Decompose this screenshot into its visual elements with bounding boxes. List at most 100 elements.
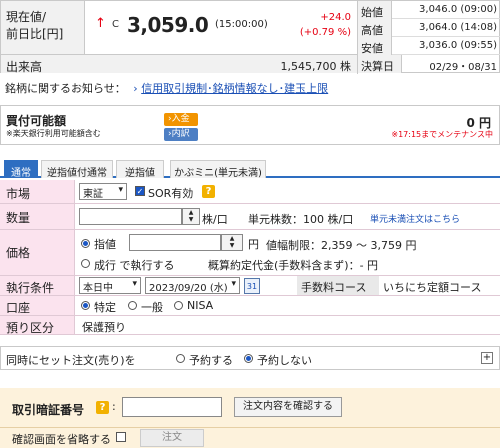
- condition-row: 執行条件 本日中 2023/09/20 (水) 31 手数料コース いちにち定額…: [0, 276, 500, 296]
- sor-checkbox[interactable]: ✓: [135, 186, 145, 196]
- breakdown-button[interactable]: ›内訳: [164, 128, 198, 141]
- open-row: 始値 3,046.0 (09:00): [358, 1, 500, 19]
- account-nisa-label: NISA: [187, 299, 214, 312]
- custody-value: 保護預り: [82, 321, 126, 334]
- set-order-no-radio[interactable]: [244, 354, 253, 363]
- buying-power-panel: 買付可能額 ※楽天銀行利用可能額含む ›入金 ›内訳 0 円 ※17:15までメ…: [0, 105, 500, 145]
- low-row: 安値 3,036.0 (09:55): [358, 37, 500, 55]
- fee-value: いちにち定額コース: [383, 281, 482, 294]
- stock-notice: 銘柄に関するお知らせ： › 信用取引規制･銘柄情報なし･建玉上限: [5, 80, 328, 96]
- market-order-label: 成行 で執行する: [94, 259, 175, 272]
- tab-normal[interactable]: 通常: [4, 160, 38, 179]
- quantity-row: 数量 ▲ ▼ 株/口 単元株数：100 株/口 単元未満注文はこちら: [0, 204, 500, 230]
- price-stepper[interactable]: ▲ ▼: [221, 234, 243, 251]
- notice-link[interactable]: 信用取引規制･銘柄情報なし･建玉上限: [141, 82, 328, 95]
- set-order-yes-radio[interactable]: [176, 354, 185, 363]
- estimated-amount: 概算約定代金(手数料含まず)：- 円: [208, 259, 379, 272]
- breakdown-button-label: 内訳: [171, 129, 190, 139]
- open-value: 3,046.0 (09:00): [419, 4, 497, 15]
- market-select-value: 東証: [83, 189, 103, 200]
- close-mark: C: [112, 19, 119, 30]
- password-input[interactable]: [122, 397, 222, 417]
- account-row: 口座 特定 一般 NISA: [0, 296, 500, 316]
- account-label: 口座: [0, 296, 75, 315]
- price-label: 現在値/ 前日比[円]: [1, 1, 85, 55]
- condition-select[interactable]: 本日中: [79, 277, 141, 294]
- custody-row: 預り区分 保護預り: [0, 316, 500, 335]
- confirm-order-button[interactable]: 注文内容を確認する: [234, 397, 342, 417]
- current-price: 3,059.0: [127, 13, 209, 37]
- quantity-label: 数量: [0, 204, 75, 229]
- buying-power-title: 買付可能額: [6, 114, 67, 128]
- colon-separator: :: [112, 400, 116, 413]
- password-label: 取引暗証番号: [12, 403, 85, 417]
- skip-confirm-label: 確認画面を省略する: [12, 433, 111, 446]
- price-time: (15:00:00): [215, 19, 268, 30]
- price-input[interactable]: [129, 234, 221, 251]
- deposit-button-label: 入金: [171, 114, 190, 124]
- open-label: 始値: [358, 1, 392, 19]
- quote-panel: 現在値/ 前日比[円] ↑ C 3,059.0 (15:00:00) +24.0…: [0, 0, 500, 74]
- volume-value: 1,545,700 株: [280, 60, 351, 73]
- set-order-row: 同時にセット注文(売り)を 予約する 予約しない +: [0, 346, 500, 370]
- odd-lot-link[interactable]: 単元未満注文はこちら: [370, 212, 460, 225]
- chevron-right-icon: ›: [133, 82, 138, 95]
- ohl-table: 始値 3,046.0 (09:00) 高値 3,064.0 (14:08) 安値…: [357, 1, 500, 74]
- skip-confirm-checkbox[interactable]: [116, 432, 126, 442]
- high-value: 3,064.0 (14:08): [419, 22, 497, 33]
- high-label: 高値: [358, 19, 392, 37]
- price-label: 価格: [0, 230, 75, 275]
- market-row: 市場 東証 ✓ SOR有効 ?: [0, 180, 500, 204]
- deposit-button[interactable]: ›入金: [164, 113, 198, 126]
- order-type-tabs: 通常 逆指値付通常 逆指値 かぶミニ(単元未満): [0, 160, 500, 179]
- high-row: 高値 3,064.0 (14:08): [358, 19, 500, 37]
- price-cell: ↑ C 3,059.0 (15:00:00) +24.0 (+0.79 %): [85, 1, 357, 55]
- quantity-stepper[interactable]: ▲ ▼: [182, 208, 200, 225]
- volume-label: 出来高: [6, 60, 43, 74]
- price-change-pct: (+0.79 %): [299, 27, 351, 38]
- low-label: 安値: [358, 37, 392, 55]
- account-nisa-radio[interactable]: [174, 301, 183, 310]
- skip-confirm-row: 確認画面を省略する 注文: [0, 427, 500, 448]
- limit-radio[interactable]: [81, 239, 90, 248]
- low-value: 3,036.0 (09:55): [419, 40, 497, 51]
- quantity-unit: 株/口: [202, 213, 228, 226]
- price-label-line2: 前日比[円]: [6, 27, 64, 41]
- tab-stop[interactable]: 逆指値: [116, 160, 164, 179]
- sor-label: SOR有効: [148, 187, 194, 200]
- market-order-radio[interactable]: [81, 259, 90, 268]
- settle-label: 決算日: [358, 55, 402, 73]
- date-select-value: 2023/09/20 (水): [149, 283, 228, 294]
- fee-label: 手数料コース: [297, 276, 379, 295]
- help-icon[interactable]: ?: [202, 185, 215, 198]
- expand-icon[interactable]: +: [481, 352, 493, 364]
- account-general-radio[interactable]: [128, 301, 137, 310]
- volume-row: 出来高 1,545,700 株: [1, 55, 357, 74]
- tab-kabumini[interactable]: かぶミニ(単元未満): [170, 160, 266, 179]
- notice-label: 銘柄に関するお知らせ：: [5, 82, 126, 95]
- custody-label: 預り区分: [0, 316, 75, 335]
- up-arrow-icon: ↑: [95, 16, 106, 31]
- password-help-icon[interactable]: ?: [96, 401, 109, 414]
- price-change: +24.0: [320, 12, 351, 23]
- buying-power-sub: ※楽天銀行利用可能額含む: [6, 129, 101, 138]
- price-label-line1: 現在値/: [6, 10, 47, 24]
- price-unit: 円: [248, 238, 259, 251]
- quantity-input[interactable]: [79, 208, 182, 225]
- settle-value: 02/29・08/31: [429, 62, 497, 73]
- date-select[interactable]: 2023/09/20 (水): [145, 277, 240, 294]
- account-specific-radio[interactable]: [81, 301, 90, 310]
- condition-select-value: 本日中: [83, 283, 113, 294]
- account-general-label: 一般: [141, 301, 163, 314]
- order-button[interactable]: 注文: [140, 429, 204, 447]
- price-range: 値幅制限：2,359 ～ 3,759 円: [266, 239, 417, 252]
- unit-shares: 単元株数：100 株/口: [248, 213, 354, 226]
- market-select[interactable]: 東証: [79, 183, 127, 200]
- market-label: 市場: [0, 180, 75, 203]
- settle-row: 決算日 02/29・08/31: [358, 55, 500, 73]
- maintenance-note: ※17:15までメンテナンス中: [391, 130, 493, 139]
- calendar-icon[interactable]: 31: [244, 278, 260, 294]
- limit-label: 指値: [94, 238, 116, 251]
- tab-stop-with-normal[interactable]: 逆指値付通常: [41, 160, 113, 179]
- set-order-yes-label: 予約する: [189, 354, 233, 367]
